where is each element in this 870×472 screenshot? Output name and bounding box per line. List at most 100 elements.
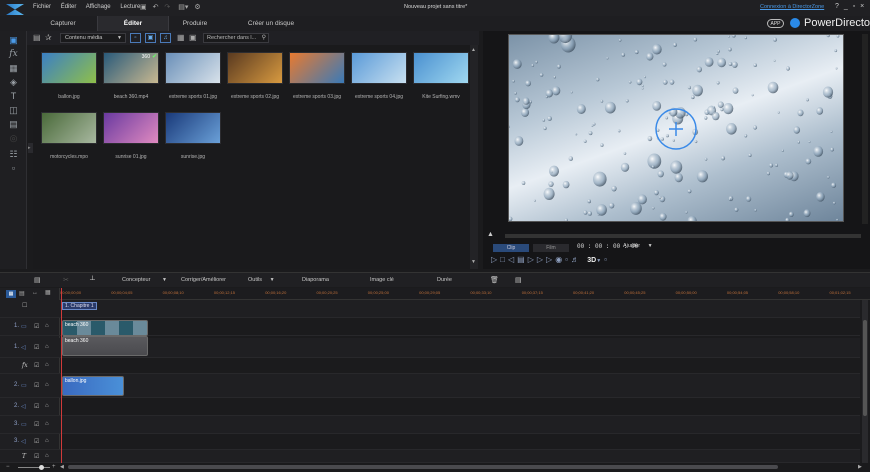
- volume-icon[interactable]: ♬: [571, 255, 582, 264]
- chapter-checkbox-icon[interactable]: ☐: [22, 302, 27, 309]
- lock-icon[interactable]: ⌂: [45, 403, 49, 409]
- timeline-scrollbar-v[interactable]: [862, 300, 868, 465]
- preview-scrollbar-h[interactable]: [505, 234, 861, 238]
- minimize-button[interactable]: _: [844, 3, 848, 10]
- tab-capturer[interactable]: Capturer: [32, 16, 94, 31]
- chevron-down-icon[interactable]: ▼: [162, 273, 167, 288]
- chapter-room-icon[interactable]: ☷: [8, 149, 19, 159]
- fx-room-icon[interactable]: fx: [8, 49, 19, 59]
- track-enable-checkbox[interactable]: ☑: [34, 362, 39, 369]
- transition-room-icon[interactable]: ◫: [8, 105, 19, 115]
- timeline-track[interactable]: 3. ◁ ☑ ⌂: [0, 434, 860, 450]
- audio-mix-room-icon[interactable]: ▤: [8, 119, 19, 129]
- delete-icon[interactable]: 🗑: [490, 273, 499, 288]
- import-media-icon[interactable]: ▤: [33, 33, 41, 42]
- media-thumbnail[interactable]: [227, 52, 283, 84]
- track-enable-checkbox[interactable]: ☑: [34, 344, 39, 351]
- duration-button[interactable]: Durée: [437, 273, 452, 288]
- media-thumbnail[interactable]: [165, 52, 221, 84]
- fix-enhance-button[interactable]: Corriger/Améliorer: [181, 273, 226, 288]
- keyframe-button[interactable]: Image clé: [370, 273, 394, 288]
- timeline-track[interactable]: T ☑ ⌂: [0, 450, 860, 463]
- media-thumbnail[interactable]: [413, 52, 469, 84]
- fit-dropdown[interactable]: Ajuster ▼: [623, 243, 653, 249]
- media-thumbnail[interactable]: [289, 52, 345, 84]
- filter-audio-icon[interactable]: ♫: [160, 33, 171, 43]
- zoom-plus-icon[interactable]: +: [52, 464, 56, 470]
- view-options-icon[interactable]: ▣: [189, 33, 197, 42]
- track-enable-checkbox[interactable]: ☑: [34, 438, 39, 445]
- tab-creer-disque[interactable]: Créer un disque: [240, 16, 302, 31]
- menu-editer[interactable]: Éditer: [61, 4, 77, 10]
- layout-icon[interactable]: ▤▾: [178, 4, 188, 11]
- undo-icon[interactable]: ↶: [153, 4, 159, 11]
- track-enable-checkbox[interactable]: ☑: [34, 421, 39, 428]
- media-thumbnail[interactable]: [41, 52, 97, 84]
- hscroll-left-icon[interactable]: ◀: [60, 464, 64, 470]
- 3d-toggle[interactable]: 3D: [587, 257, 596, 264]
- content-dropdown[interactable]: Contenu média ▼: [60, 33, 126, 43]
- search-input[interactable]: Rechercher dans l... ⚲: [203, 33, 269, 43]
- tools-dropdown[interactable]: Outils ▼: [248, 273, 275, 288]
- lock-icon[interactable]: ⌂: [45, 382, 49, 388]
- lock-icon[interactable]: ⌂: [45, 421, 49, 427]
- mode-film-button[interactable]: Film: [533, 244, 569, 252]
- preview-scrollbar-v[interactable]: [862, 34, 868, 224]
- save-icon[interactable]: ▣: [140, 4, 147, 11]
- scroll-up-icon[interactable]: ▲: [471, 47, 476, 53]
- app-badge[interactable]: APP: [767, 19, 784, 28]
- add-chapter-icon[interactable]: ▦: [45, 289, 51, 296]
- media-thumbnail[interactable]: [41, 112, 97, 144]
- slideshow-button[interactable]: Diaporama: [302, 273, 329, 288]
- prev-frame-icon[interactable]: ◁: [508, 255, 517, 264]
- timeline-scrollbar-h[interactable]: − + ◀ ▶: [0, 463, 870, 472]
- trim-icon[interactable]: ┴: [90, 273, 95, 288]
- timeline-track[interactable]: 2. ◁ ☑ ⌂: [0, 398, 860, 416]
- scroll-down-icon[interactable]: ▼: [471, 259, 476, 265]
- pan-up-icon[interactable]: ▲: [487, 231, 494, 238]
- menu-fichier[interactable]: Fichier: [33, 4, 51, 10]
- zoom-slider[interactable]: [18, 467, 50, 468]
- restore-button[interactable]: ▫: [853, 3, 855, 10]
- storyboard-view-icon[interactable]: ▤: [19, 290, 25, 297]
- more-icon[interactable]: ▤: [515, 273, 522, 288]
- video-clip[interactable]: beach 360: [62, 320, 148, 336]
- media-thumbnail[interactable]: [165, 112, 221, 144]
- timeline-ruler[interactable]: 00;00;00;00 00;00;04;05 00;00;08;10 00;00;1…: [60, 288, 870, 300]
- subtitle-room-icon[interactable]: ▫: [8, 163, 19, 173]
- filter-video-icon[interactable]: ▫: [130, 33, 141, 43]
- close-button[interactable]: ×: [860, 3, 864, 10]
- track-enable-checkbox[interactable]: ☑: [34, 403, 39, 410]
- timeline-view-icon[interactable]: ▦: [6, 290, 16, 298]
- timeline-track[interactable]: ☐ 1. Chapitre 1: [0, 300, 860, 318]
- timeline-track[interactable]: fx ☑ ⌂: [0, 358, 860, 374]
- track-enable-checkbox[interactable]: ☑: [34, 382, 39, 389]
- track-enable-checkbox[interactable]: ☑: [34, 323, 39, 330]
- lock-icon[interactable]: ⌂: [45, 362, 49, 368]
- particle-room-icon[interactable]: ◈: [8, 77, 19, 87]
- pip-room-icon[interactable]: ▦: [8, 63, 19, 73]
- timeline-scroll-thumb[interactable]: [863, 320, 867, 416]
- plugin-icon[interactable]: ✰: [45, 33, 52, 42]
- title-room-icon[interactable]: T: [8, 91, 19, 101]
- directorzone-link[interactable]: Connexion à DirectorZone: [760, 4, 824, 10]
- undock-icon[interactable]: ▫: [604, 255, 610, 264]
- lock-icon[interactable]: ⌂: [45, 323, 49, 329]
- media-thumbnail[interactable]: [103, 112, 159, 144]
- view-grid-icon[interactable]: ▦: [177, 33, 185, 42]
- chevron-down-icon[interactable]: ▼: [596, 258, 604, 264]
- lock-icon[interactable]: ⌂: [45, 344, 49, 350]
- media-room-icon[interactable]: ▣: [8, 35, 19, 45]
- settings-icon[interactable]: ⚙: [194, 4, 200, 11]
- fit-timeline-icon[interactable]: ↔: [32, 290, 38, 296]
- playhead[interactable]: [61, 288, 62, 468]
- mode-clip-button[interactable]: Clip: [493, 244, 529, 252]
- menu-affichage[interactable]: Affichage: [86, 4, 111, 10]
- split-icon[interactable]: ✂: [63, 273, 69, 288]
- zoom-minus-icon[interactable]: −: [6, 464, 10, 470]
- preview-video[interactable]: [508, 34, 844, 222]
- image-clip[interactable]: ballon.jpg: [62, 376, 124, 396]
- fast-forward-icon[interactable]: ▷▷: [537, 255, 555, 264]
- audio-clip[interactable]: beach 360: [62, 336, 148, 356]
- lock-icon[interactable]: ⌂: [45, 453, 49, 459]
